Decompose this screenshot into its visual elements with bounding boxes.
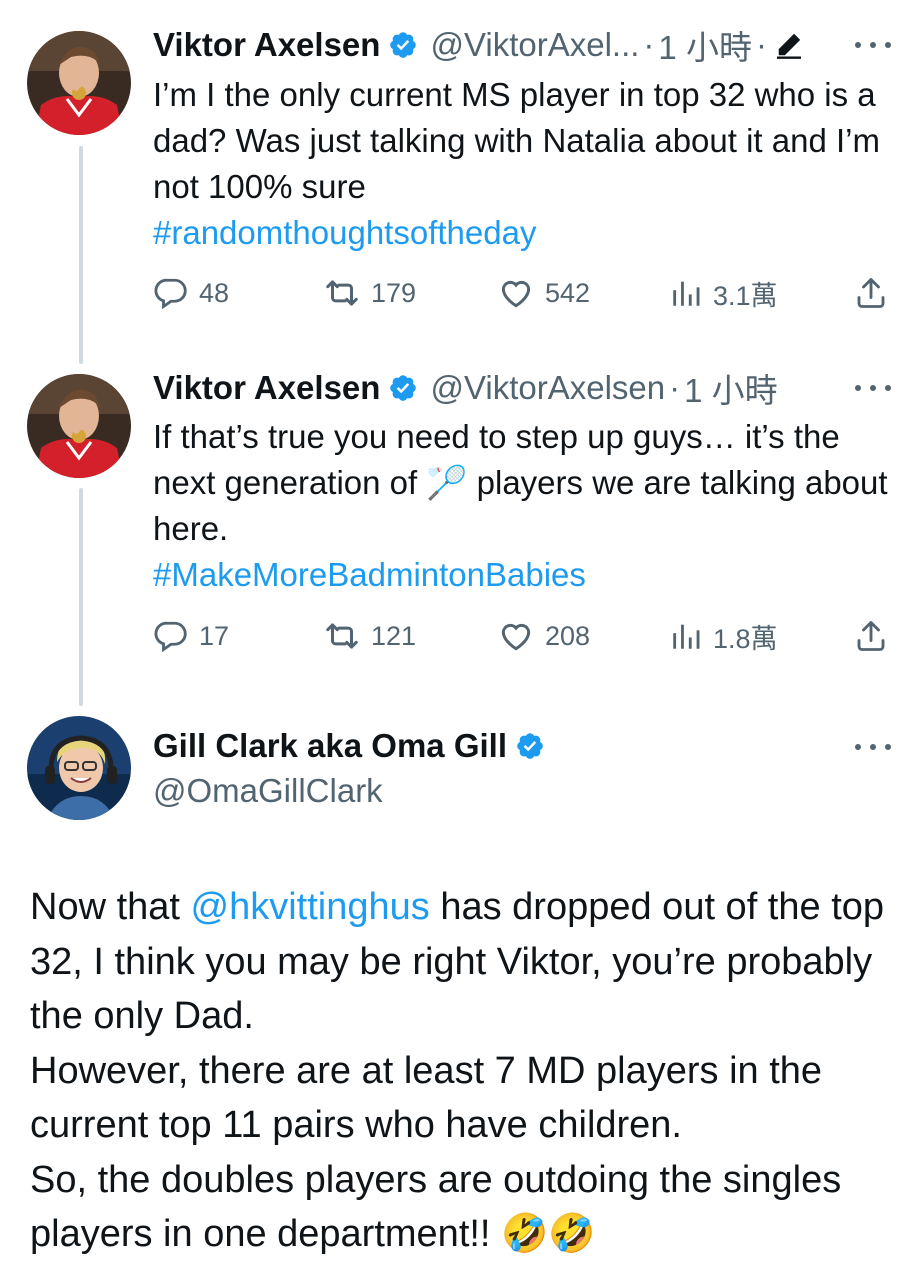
views-count: 3.1萬: [713, 280, 778, 311]
hashtag-link[interactable]: #MakeMoreBadmintonBabies: [153, 556, 586, 593]
author-name[interactable]: Gill Clark aka Oma Gill: [153, 727, 507, 765]
reply-bubble-icon: [154, 278, 187, 310]
reply-count: 17: [199, 620, 230, 651]
tweet-header: Viktor Axelsen @ViktorAxelsen · 1 小時: [153, 368, 778, 409]
share-button[interactable]: [853, 273, 889, 313]
views-button[interactable]: 1.8萬: [669, 616, 778, 656]
tweet-body-line-2: However, there are at least 7 MD players…: [30, 1049, 823, 1147]
like-count: 208: [545, 620, 591, 651]
more-dots-icon[interactable]: [855, 35, 891, 55]
avatar[interactable]: [27, 31, 131, 135]
more-dots-icon[interactable]: [855, 737, 891, 757]
share-upload-icon: [857, 621, 885, 651]
tweet-header: Viktor Axelsen @ViktorAxel... · 1 小時 ·: [153, 25, 805, 66]
thread-connector-line: [79, 488, 83, 706]
heart-icon: [501, 280, 531, 308]
reply-button[interactable]: 48: [153, 273, 229, 313]
tweet-body-prefix: Now that: [30, 886, 191, 928]
separator-dot: ·: [669, 369, 681, 406]
reply-bubble-icon: [154, 621, 187, 653]
tweet-body: I’m I the only current MS player in top …: [153, 76, 880, 205]
like-button[interactable]: 208: [497, 616, 590, 656]
verified-badge-icon: [388, 373, 418, 403]
hashtag-link[interactable]: #randomthoughtsoftheday: [153, 214, 536, 251]
retweet-button[interactable]: 179: [323, 273, 416, 313]
tweet-body-line-3: So, the doubles players are outdoing the…: [30, 1158, 842, 1256]
author-name[interactable]: Viktor Axelsen: [153, 369, 380, 407]
retweet-count: 121: [371, 620, 417, 651]
author-name[interactable]: Viktor Axelsen: [153, 26, 380, 64]
more-dots-icon[interactable]: [855, 378, 891, 398]
timestamp[interactable]: 1 小時: [684, 364, 778, 412]
retweet-icon: [326, 280, 358, 306]
timestamp[interactable]: 1 小時: [658, 21, 752, 69]
author-handle[interactable]: @ViktorAxel...: [430, 26, 639, 64]
author-handle[interactable]: @ViktorAxelsen: [430, 369, 665, 407]
tweet-header: Gill Clark aka Oma Gill: [153, 726, 545, 766]
separator-dot: ·: [755, 26, 767, 63]
avatar[interactable]: [27, 716, 131, 820]
tweet-actions: 48 179 542 3.1萬: [153, 273, 893, 313]
handle-row: @OmaGillClark: [153, 771, 383, 811]
reply-count: 48: [199, 277, 230, 308]
author-handle[interactable]: @OmaGillClark: [153, 772, 383, 810]
verified-badge-icon: [515, 731, 545, 761]
tweet-text: I’m I the only current MS player in top …: [153, 72, 893, 256]
mention-link[interactable]: @hkvittinghus: [191, 886, 430, 928]
share-button[interactable]: [853, 616, 889, 656]
thread-connector-line: [79, 146, 83, 364]
tweet-actions: 17 121 208 1.8萬: [153, 616, 893, 656]
share-upload-icon: [857, 278, 885, 308]
badminton-emoji: 🏸: [426, 464, 468, 501]
tweet-text: Now that @hkvittinghus has dropped out o…: [30, 880, 900, 1262]
views-count: 1.8萬: [713, 623, 778, 654]
avatar[interactable]: [27, 374, 131, 478]
separator-dot: ·: [643, 26, 655, 63]
like-count: 542: [545, 277, 591, 308]
heart-icon: [501, 623, 531, 651]
views-bar-chart-icon: [673, 624, 700, 649]
retweet-icon: [326, 623, 358, 649]
verified-badge-icon: [388, 30, 418, 60]
edit-pencil-icon[interactable]: [773, 29, 805, 61]
retweet-button[interactable]: 121: [323, 616, 416, 656]
retweet-count: 179: [371, 277, 417, 308]
like-button[interactable]: 542: [497, 273, 590, 313]
views-bar-chart-icon: [673, 281, 700, 306]
reply-button[interactable]: 17: [153, 616, 229, 656]
views-button[interactable]: 3.1萬: [669, 273, 778, 313]
tweet-text: If that’s true you need to step up guys……: [153, 414, 893, 598]
